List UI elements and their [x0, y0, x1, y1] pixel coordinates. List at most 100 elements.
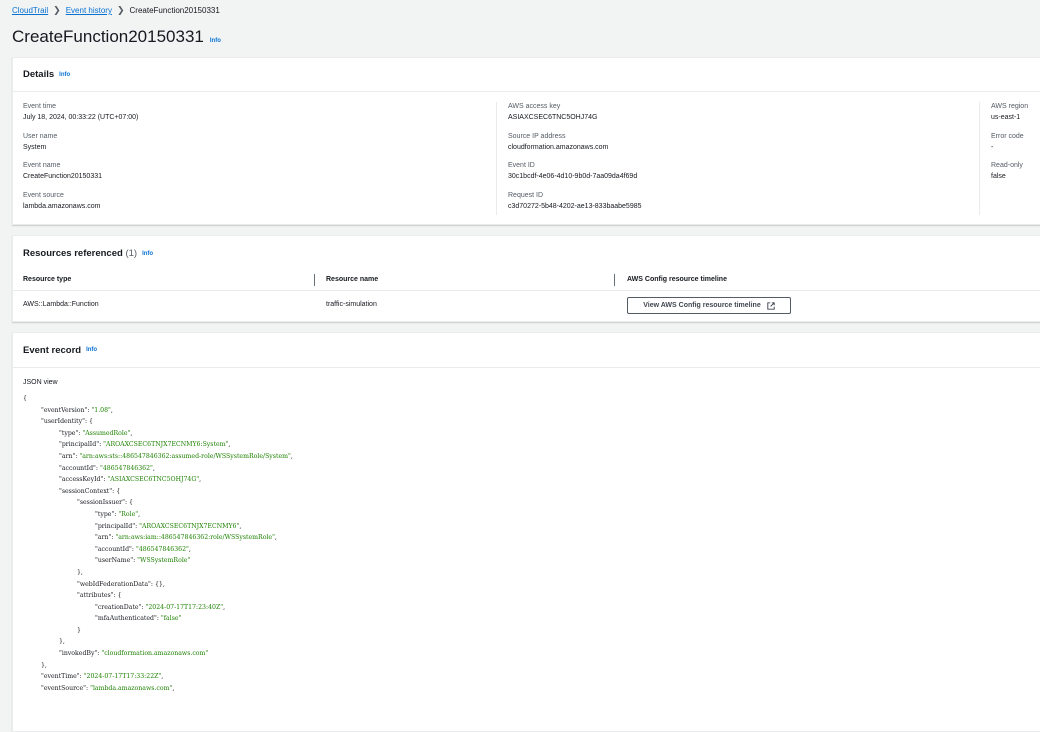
- detail-field: User name System: [23, 132, 493, 162]
- json-string-value: "AssumedRole": [82, 429, 131, 437]
- detail-field: Error code -: [991, 132, 1040, 162]
- json-string-value: "lambda.amazonaws.com": [90, 684, 173, 692]
- detail-value: lambda.amazonaws.com: [23, 202, 101, 210]
- json-punctuation: },: [41, 661, 47, 669]
- details-info-link[interactable]: Info: [59, 72, 70, 78]
- json-line: "mfaAuthenticated": "false": [95, 615, 182, 623]
- detail-field: Request ID c3d70272-5b48-4202-ae13-833baa…: [508, 191, 966, 221]
- json-key: "userIdentity": [41, 418, 85, 426]
- detail-label: Error code: [991, 132, 1024, 140]
- json-string-value: "false": [160, 615, 182, 623]
- detail-value: cloudformation.amazonaws.com: [508, 143, 609, 151]
- detail-value: -: [991, 143, 994, 151]
- column-header-config-timeline[interactable]: AWS Config resource timeline: [627, 276, 727, 283]
- json-view-label: JSON view: [23, 379, 58, 386]
- detail-value: System: [23, 143, 47, 151]
- detail-label: Source IP address: [508, 132, 566, 140]
- resource-type-cell: AWS::Lambda::Function: [23, 301, 99, 308]
- json-punctuation: : {: [112, 487, 121, 495]
- json-punctuation: },: [59, 638, 65, 646]
- json-line: "arn": "arn:aws:sts::486547846362:assume…: [59, 452, 293, 460]
- json-line: "accountId": "486547846362",: [59, 464, 155, 472]
- json-punctuation: {: [23, 395, 27, 402]
- json-punctuation: : {: [124, 499, 133, 507]
- json-string-value: "2024-07-17T17:23:40Z": [145, 603, 224, 611]
- json-string-value: "Role": [118, 510, 139, 518]
- json-key: "eventSource": [41, 684, 87, 692]
- json-line: "type": "AssumedRole",: [59, 429, 133, 437]
- column-divider[interactable]: [314, 274, 315, 286]
- event-record-header: Event record Info: [13, 333, 1040, 368]
- json-punctuation: : {: [84, 418, 93, 426]
- column-divider[interactable]: [614, 274, 615, 286]
- details-heading: Details: [23, 69, 55, 80]
- json-string-value: "486547846362": [135, 545, 189, 553]
- detail-value: c3d70272-5b48-4202-ae13-833baabe5985: [508, 202, 642, 210]
- column-header-resource-type[interactable]: Resource type: [23, 276, 71, 283]
- chevron-right-icon: ❯: [53, 5, 61, 15]
- json-string-value: "ASIAXCSEC6TNC5OHJ74G": [107, 476, 200, 484]
- breadcrumb-current: CreateFunction20150331: [129, 6, 220, 15]
- json-line: "accountId": "486547846362",: [95, 545, 191, 553]
- resources-info-link[interactable]: Info: [142, 251, 153, 257]
- json-key: "accessKeyId": [59, 476, 104, 484]
- column-header-resource-name[interactable]: Resource name: [326, 276, 378, 283]
- json-key: "attributes": [77, 592, 114, 600]
- json-line: },: [23, 567, 293, 579]
- resources-heading-text: Resources referenced: [23, 248, 123, 259]
- detail-value: 30c1bcdf-4e06-4d10-9b0d-7aa09da4f69d: [508, 173, 638, 180]
- json-key: "sessionContext": [59, 487, 113, 495]
- detail-label: AWS access key: [508, 103, 561, 110]
- json-line: "arn": "arn:aws:iam::486547846362:role/W…: [95, 534, 277, 542]
- breadcrumb-event-history-link[interactable]: Event history: [66, 6, 112, 15]
- json-key: "eventVersion": [41, 406, 88, 414]
- details-panel: Details Info Event time July 18, 2024, 00…: [12, 57, 1040, 225]
- view-config-timeline-button[interactable]: View AWS Config resource timeline: [627, 297, 791, 314]
- event-record-heading: Event record: [23, 344, 82, 356]
- json-key: "eventTime": [41, 673, 80, 681]
- json-line: "principalId": "AROAXCSEC6TNJX7ECNMY6",: [95, 522, 242, 530]
- json-punctuation: },: [77, 568, 83, 576]
- json-line: "eventVersion": "1.08",: [41, 406, 113, 414]
- json-line: "invokedBy": "cloudformation.amazonaws.c…: [59, 650, 209, 658]
- json-string-value: "1.08": [91, 406, 111, 414]
- detail-field: Source IP address cloudformation.amazonaw…: [508, 132, 966, 162]
- json-string-value: "AROAXCSEC6TNJX7ECNMY6": [139, 522, 240, 530]
- json-line: },: [23, 660, 293, 672]
- resources-heading: Resources referenced (1): [23, 248, 137, 259]
- json-line: },: [23, 636, 293, 648]
- detail-field: Event source lambda.amazonaws.com: [23, 191, 493, 221]
- detail-field: Event time July 18, 2024, 00:33:22 (UTC+0…: [23, 102, 493, 132]
- json-line: "userName": "WSSystemRole": [95, 557, 191, 565]
- details-column-1: Event time July 18, 2024, 00:33:22 (UTC+0…: [23, 102, 493, 220]
- json-string-value: "486547846362": [99, 464, 153, 472]
- json-key: "accountId": [59, 464, 96, 472]
- json-punctuation: }: [77, 626, 81, 634]
- detail-value: false: [991, 173, 1006, 180]
- json-punctuation: : {: [113, 592, 122, 600]
- detail-field: Event name CreateFunction20150331: [23, 161, 493, 191]
- json-key: "webIdFederationData": [77, 580, 151, 588]
- detail-label: Event ID: [508, 162, 535, 169]
- table-row: AWS::Lambda::Function traffic-simulation…: [13, 291, 1040, 321]
- detail-field: Event ID 30c1bcdf-4e06-4d10-9b0d-7aa09da4…: [508, 161, 966, 191]
- page-info-link[interactable]: Info: [210, 38, 221, 44]
- detail-label: Event time: [23, 103, 57, 110]
- breadcrumb-cloudtrail-link[interactable]: CloudTrail: [12, 6, 48, 15]
- json-key: "sessionIssuer": [77, 499, 125, 507]
- json-key: "type": [59, 429, 79, 437]
- details-header: Details Info: [13, 58, 1040, 92]
- json-key: "userName": [95, 557, 134, 565]
- json-line: "principalId": "AROAXCSEC6TNJX7ECNMY6:Sy…: [59, 441, 231, 449]
- json-line: "eventSource": "lambda.amazonaws.com",: [41, 684, 175, 692]
- resources-count: (1): [125, 248, 138, 259]
- view-config-timeline-label: View AWS Config resource timeline: [643, 302, 761, 309]
- json-key: "principalId": [59, 441, 100, 449]
- json-string-value: "AROAXCSEC6TNJX7ECNMY6:System": [103, 441, 229, 449]
- json-line: "type": "Role",: [95, 510, 141, 518]
- json-key: "type": [95, 510, 115, 518]
- detail-field: AWS region us-east-1: [991, 102, 1040, 132]
- detail-field: Read-only false: [991, 161, 1040, 191]
- event-record-info-link[interactable]: Info: [86, 347, 97, 353]
- json-key: "arn": [95, 534, 112, 542]
